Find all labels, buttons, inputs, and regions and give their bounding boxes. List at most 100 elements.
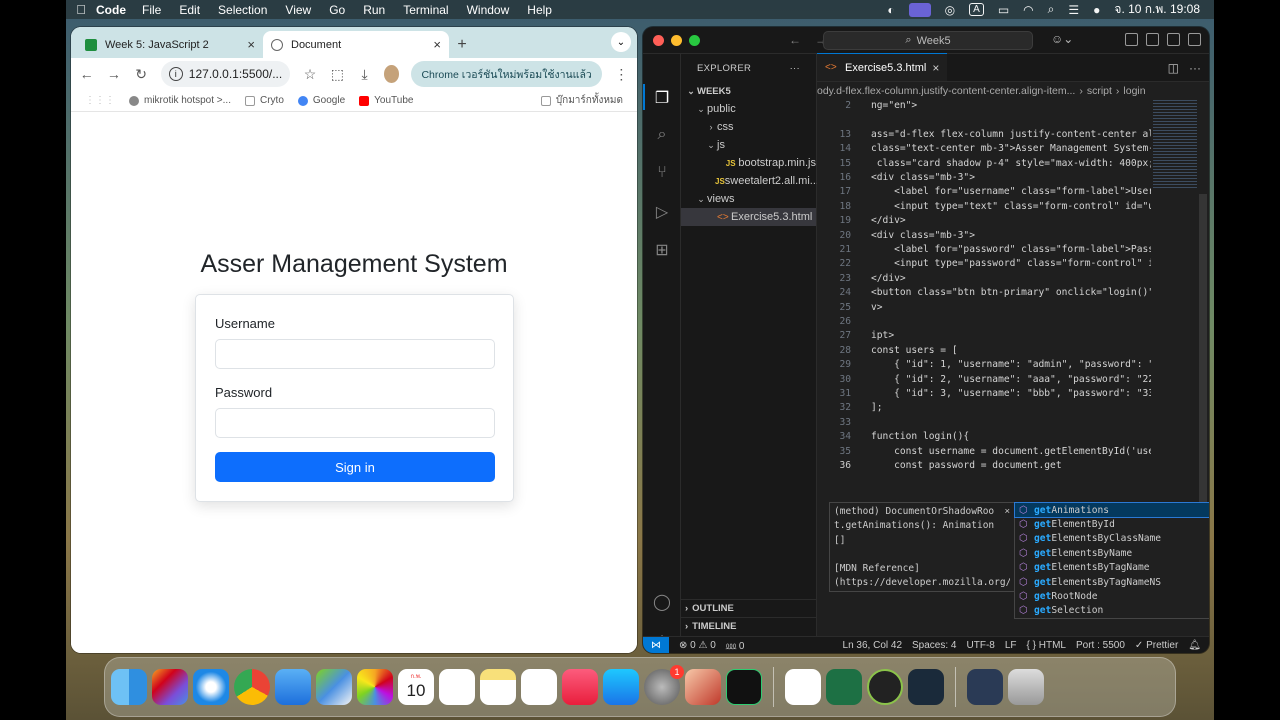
end-of-line[interactable]: LF [1005,640,1017,651]
tree-item-folder[interactable]: ⌄ js [681,136,816,154]
system-settings-icon[interactable]: 1 [644,665,684,705]
menu-selection[interactable]: Selection [218,3,267,17]
window-thumbnail-icon[interactable] [967,669,1003,705]
app-icon[interactable] [867,669,903,705]
battery-icon[interactable]: ▭ [998,3,1009,17]
suggestion-item[interactable]: ⬡ getSelection [1015,604,1209,618]
iphone-mirroring-icon[interactable] [685,669,721,705]
explorer-icon[interactable]: ❐ [652,88,672,108]
profile-avatar[interactable] [384,65,400,83]
menu-terminal[interactable]: Terminal [403,3,448,17]
notes-icon[interactable] [480,669,516,705]
minimize-window-icon[interactable] [671,34,682,46]
close-icon[interactable]: × [1004,506,1010,517]
more-actions-icon[interactable]: ··· [1189,61,1201,75]
menu-go[interactable]: Go [329,3,345,17]
obs-icon[interactable] [908,669,944,705]
cursor-position[interactable]: Ln 36, Col 42 [843,640,903,651]
new-tab-button[interactable]: + [449,31,475,58]
copilot-icon[interactable]: ☺⌄ [1051,32,1073,46]
zoom-window-icon[interactable] [689,34,700,46]
music-icon[interactable] [562,669,598,705]
finder-icon[interactable] [111,669,147,705]
bookmark-mikrotik[interactable]: mikrotik hotspot >... [129,95,231,106]
tree-item-js[interactable]: JS bootstrap.min.js [681,154,816,172]
toggle-sidebar-icon[interactable] [1146,33,1159,46]
encoding[interactable]: UTF-8 [967,640,995,651]
launchpad-icon[interactable] [152,669,188,705]
suggestion-item[interactable]: ⬡ getElementsByTagNameNS [1015,575,1209,589]
download-icon[interactable]: ⤓ [357,66,372,83]
vscode-icon[interactable] [785,669,821,705]
pycharm-icon[interactable] [726,669,762,705]
tree-item-folder[interactable]: ⌄ public [681,100,816,118]
chrome-tab-document[interactable]: Document × [263,31,449,58]
prettier-status[interactable]: ✓ Prettier [1135,640,1178,651]
calendar-icon[interactable]: ก.พ. 10 [398,669,434,705]
bookmark-google[interactable]: Google [297,95,345,106]
tree-item-js[interactable]: JS sweetalert2.all.mi... [681,172,819,190]
apple-icon[interactable]:  [66,2,96,17]
tab-close-icon[interactable]: × [932,61,939,75]
hover-line[interactable]: (https://developer.mozilla.org/docs/Web/ [834,577,1010,591]
tree-item-folder[interactable]: › css [681,118,816,136]
close-window-icon[interactable] [653,34,664,46]
sign-in-button[interactable]: Sign in [215,452,495,482]
control-center-icon[interactable]: ☰ [1068,3,1079,17]
language-mode[interactable]: { } HTML [1027,640,1066,651]
apps-grid-icon[interactable]: ⋮⋮⋮ [85,95,115,106]
vertical-scrollbar[interactable] [1199,194,1207,534]
extensions-icon[interactable]: ⬚ [330,66,345,83]
tab-close-icon[interactable]: × [433,37,441,52]
breadcrumb-body[interactable]: ody.d-flex.flex-column.justify-content-c… [817,85,1075,97]
tray-sync-icon[interactable]: ◎ [945,3,955,17]
suggestion-item[interactable]: ⬡ getElementsByName [1015,546,1209,560]
excel-icon[interactable] [826,669,862,705]
suggestion-item[interactable]: ⬡ getRootNode [1015,589,1209,603]
timeline-section[interactable]: › TIMELINE [681,617,817,635]
password-input[interactable] [215,408,495,438]
chrome-tab-week5[interactable]: Week 5: JavaScript 2 × [77,31,263,58]
tree-item-folder[interactable]: ⌄ views [681,190,816,208]
chrome-icon[interactable] [234,669,270,705]
maps-icon[interactable] [316,669,352,705]
command-center-search[interactable]: ⌕ Week5 [823,31,1033,50]
app-store-icon[interactable] [603,669,639,705]
safari-icon[interactable] [193,669,229,705]
menubar-app-name[interactable]: Code [96,3,126,17]
screen-record-icon[interactable] [908,2,931,17]
photos-icon[interactable] [357,669,393,705]
breadcrumb-login[interactable]: login [1123,85,1145,97]
outline-section[interactable]: › OUTLINE [681,599,817,617]
indentation[interactable]: Spaces: 4 [912,640,956,651]
input-source-icon[interactable]: A [969,3,984,16]
tree-item-html[interactable]: <> Exercise5.3.html [681,208,816,226]
chrome-update-button[interactable]: Chrome เวอร์ชันใหม่พร้อมใช้งานแล้ว [411,61,602,87]
search-icon[interactable]: ⌕ [1048,2,1055,17]
ports-status[interactable]: ⅏ 0 [726,638,745,652]
menu-view[interactable]: View [285,3,311,17]
siri-icon[interactable]: ● [1093,3,1100,17]
editor-tab-exercise[interactable]: <> Exercise5.3.html × [817,53,948,81]
bookmark-youtube[interactable]: YouTube [359,95,413,106]
problems-status[interactable]: ⊗ 0 ⚠ 0 [679,640,716,651]
menu-window[interactable]: Window [467,3,510,17]
toggle-secondary-sidebar-icon[interactable] [1188,33,1201,46]
menu-help[interactable]: Help [527,3,552,17]
menu-run[interactable]: Run [363,3,385,17]
notifications-icon[interactable]: 🔔︎ [1188,640,1201,651]
tab-search-icon[interactable]: ⌄ [611,32,631,52]
trash-icon[interactable] [1008,669,1044,705]
back-icon[interactable]: ← [789,33,801,47]
suggestion-item[interactable]: ⬡ getElementsByTagName [1015,561,1209,575]
reminders-icon[interactable] [439,669,475,705]
freeform-icon[interactable] [521,669,557,705]
forward-icon[interactable]: → [106,66,121,82]
remote-icon[interactable]: ⋈ [643,636,669,653]
account-icon[interactable]: ◯ [652,592,672,612]
site-info-icon[interactable]: i [168,67,183,81]
tab-close-icon[interactable]: × [247,37,255,52]
minimap[interactable] [1153,100,1197,190]
address-bar[interactable]: i 127.0.0.1:5500/... [160,61,291,87]
search-icon[interactable]: ⌕ [652,126,672,146]
